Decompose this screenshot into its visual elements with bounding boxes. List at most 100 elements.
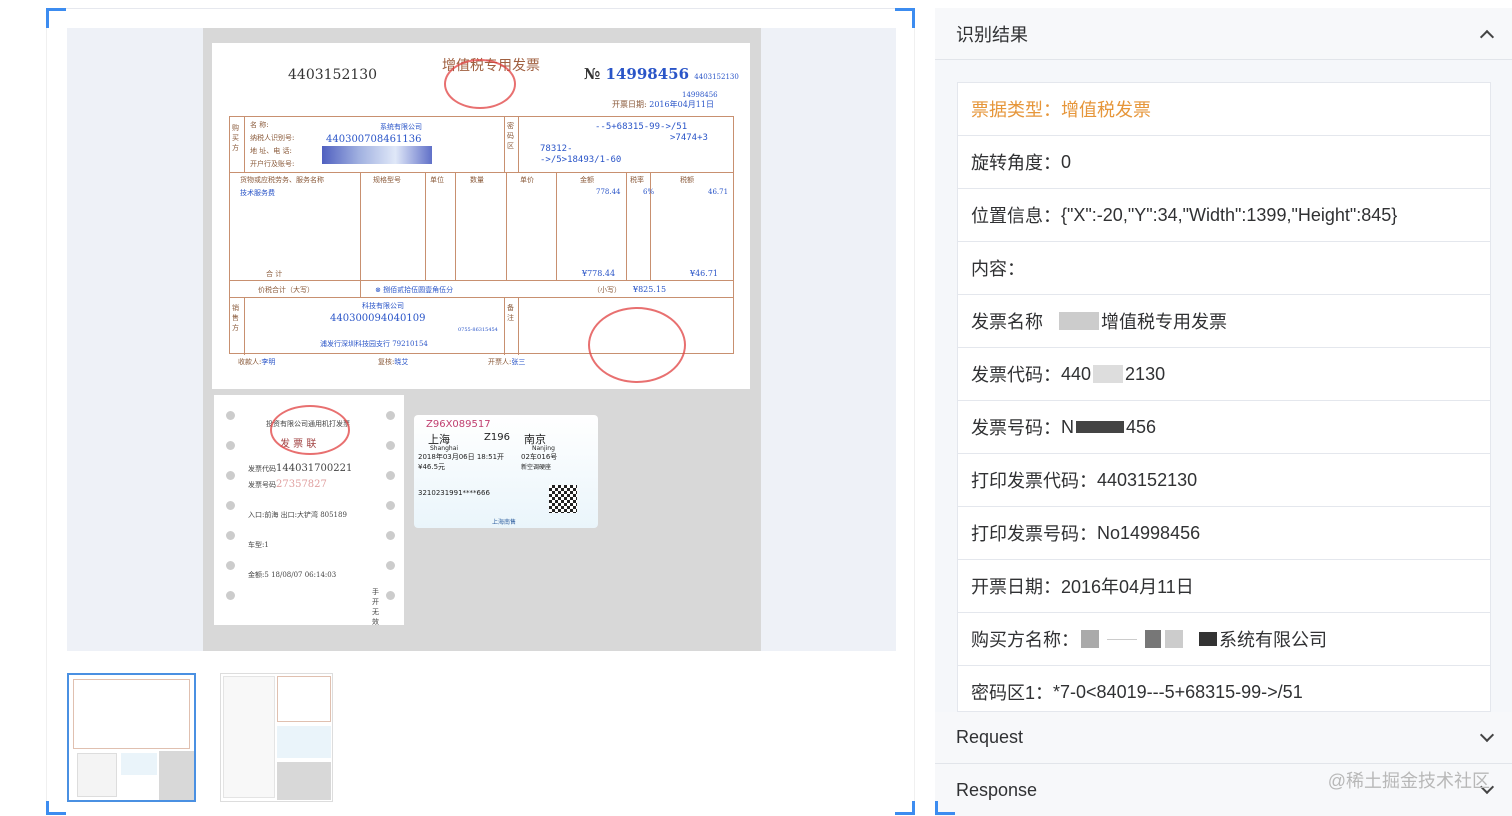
no-label: 发票号码 bbox=[248, 481, 276, 489]
document-image: 4403152130 增值税专用发票 № 14998456 4403152130… bbox=[203, 28, 761, 651]
item-label: 开票日期： bbox=[971, 577, 1061, 597]
watermark: @稀土掘金技术社区 bbox=[1327, 771, 1490, 791]
buyer-label: 开户行及账号: bbox=[250, 160, 295, 168]
item-value-2: 2130 bbox=[1125, 363, 1166, 384]
redacted-block bbox=[1145, 630, 1161, 648]
toll-receipt: 投资有限公司通用机打发票 发 票 联 发票代码144031700221 发票号码… bbox=[214, 395, 404, 626]
sum-amount: ¥778.44 bbox=[582, 269, 616, 278]
time: 18/08/07 06:14:03 bbox=[271, 571, 337, 579]
invoice-code: 4403152130 bbox=[288, 67, 378, 83]
ticket-footer: 上海南售 bbox=[492, 519, 517, 526]
chevron-up-icon[interactable] bbox=[1479, 29, 1495, 44]
image-preview[interactable]: 4403152130 增值税专用发票 № 14998456 4403152130… bbox=[67, 28, 896, 651]
corner-bracket bbox=[935, 801, 955, 815]
item-value: 440 bbox=[1061, 363, 1092, 384]
receipt-no: 27357827 bbox=[276, 479, 327, 490]
reviewer: 晓艾 bbox=[394, 358, 409, 366]
item-label: 打印发票代码： bbox=[971, 471, 1097, 491]
cipher-line: --5+68315-99->/51 bbox=[595, 122, 688, 132]
results-list[interactable]: 票据类型： 增值税发票 旋转角度： 0 位置信息： {"X":-20,"Y":34,"… bbox=[957, 82, 1491, 712]
total-label: 价税合计（大写） bbox=[258, 286, 314, 294]
type-label: 车型: bbox=[248, 541, 265, 549]
redacted-block bbox=[1076, 421, 1124, 433]
drawer: 张三 bbox=[511, 358, 526, 366]
item-amount: 778.44 bbox=[596, 188, 621, 196]
buyer-company: 系统有限公司 bbox=[380, 123, 422, 131]
amount-label: 金额: bbox=[248, 571, 265, 579]
list-item: 密码区1： *7-0<84019---5+68315-99->/51 bbox=[958, 666, 1490, 711]
item-label: 发票名称 bbox=[971, 312, 1043, 332]
seller-tax-id: 440300094040109 bbox=[330, 313, 426, 324]
chevron-down-icon[interactable] bbox=[1479, 727, 1495, 742]
date-label: 开票日期: bbox=[612, 100, 647, 109]
thumbnail-2[interactable] bbox=[220, 673, 333, 802]
list-item: 发票代码： 440 2130 bbox=[958, 348, 1490, 401]
list-item: 内容： bbox=[958, 242, 1490, 295]
seller-company: 科技有限公司 bbox=[362, 302, 404, 310]
item-label: 票据类型： bbox=[971, 100, 1061, 120]
results-title: 识别结果 bbox=[956, 24, 1028, 45]
thumbnail-1[interactable] bbox=[67, 673, 196, 802]
handwrite-note: 手开无效 bbox=[372, 588, 379, 626]
item-tax: 46.71 bbox=[708, 188, 729, 196]
item-label: 发票代码： bbox=[971, 365, 1061, 385]
no-label: № bbox=[584, 65, 601, 83]
buyer-side-label: 购买方 bbox=[232, 124, 239, 152]
ticket-train: Z196 bbox=[484, 432, 510, 443]
seller-stamp bbox=[588, 307, 686, 383]
drawer-label: 开票人: bbox=[488, 358, 512, 366]
result-panel: 识别结果 票据类型： 增值税发票 旋转角度： 0 位置信息： {"X":-20,"Y"… bbox=[935, 8, 1512, 816]
redacted-block bbox=[1199, 632, 1217, 646]
total-small-label: （小写） bbox=[593, 286, 621, 294]
request-header[interactable]: Request bbox=[935, 712, 1512, 764]
col-header: 税额 bbox=[680, 176, 694, 184]
buyer-label: 名 称: bbox=[250, 121, 269, 129]
payee-label: 收款人: bbox=[238, 358, 262, 366]
image-viewer-panel: 4403152130 增值税专用发票 № 14998456 4403152130… bbox=[46, 8, 915, 815]
response-title: Response bbox=[956, 779, 1038, 800]
exit-label: 出口: bbox=[280, 511, 297, 519]
ticket-seat: 02车016号 bbox=[521, 453, 558, 461]
buyer-tax-id: 440300708461136 bbox=[326, 134, 422, 145]
item-value: 增值税发票 bbox=[1061, 100, 1151, 120]
invoice-date: 开票日期: 2016年04月11日 bbox=[612, 99, 714, 110]
col-header: 单价 bbox=[520, 176, 534, 184]
item-label: 打印发票号码： bbox=[971, 524, 1097, 544]
reviewer-label: 复核: bbox=[378, 358, 395, 366]
corner-bracket bbox=[895, 801, 915, 815]
item-label: 密码区1： bbox=[971, 683, 1054, 703]
buyer-label: 纳税人识别号: bbox=[250, 134, 295, 142]
item-value: 增值税专用发票 bbox=[1101, 312, 1227, 332]
item-value: 系统有限公司 bbox=[1219, 630, 1327, 650]
corner-bracket bbox=[46, 801, 66, 815]
receipt-stamp bbox=[270, 405, 350, 455]
code-label: 发票代码 bbox=[248, 465, 276, 473]
item-value: {"X":-20,"Y":34,"Width":1399,"Height":84… bbox=[1061, 204, 1398, 225]
vat-invoice: 4403152130 增值税专用发票 № 14998456 4403152130… bbox=[212, 43, 750, 389]
results-header[interactable]: 识别结果 bbox=[935, 8, 1512, 60]
item-label: 购买方名称： bbox=[971, 630, 1079, 650]
list-item: 旋转角度： 0 bbox=[958, 136, 1490, 189]
list-item: 打印发票代码： 4403152130 bbox=[958, 454, 1490, 507]
total-amount: ¥825.15 bbox=[633, 285, 667, 294]
redacted-block bbox=[1081, 630, 1099, 648]
list-item: 购买方名称： 系统有限公司 bbox=[958, 613, 1490, 666]
item-value: 0 bbox=[1061, 151, 1072, 172]
redacted-block bbox=[1059, 312, 1099, 330]
ticket-serial: Z96X089517 bbox=[426, 419, 491, 430]
cipher-line: ->/5>18493/1-60 bbox=[540, 155, 622, 165]
item-label: 发票号码： bbox=[971, 418, 1061, 438]
ticket-from-en: Shanghai bbox=[430, 445, 459, 452]
list-item: 票据类型： 增值税发票 bbox=[958, 83, 1490, 136]
red-stamp bbox=[444, 59, 516, 109]
item-label: 旋转角度： bbox=[971, 153, 1061, 173]
seller-bank: 浦发行深圳科技园支行 79210154 bbox=[320, 340, 428, 348]
item-label: 位置信息： bbox=[971, 206, 1061, 226]
item-tax-rate: 6% bbox=[643, 188, 655, 196]
sum-label: 合 计 bbox=[266, 270, 283, 278]
col-header: 税率 bbox=[630, 176, 644, 184]
ticket-id: 3210231991****666 bbox=[418, 489, 490, 497]
col-header: 数量 bbox=[470, 176, 484, 184]
item-value-2: 456 bbox=[1126, 416, 1157, 437]
redacted-block bbox=[1165, 630, 1183, 648]
